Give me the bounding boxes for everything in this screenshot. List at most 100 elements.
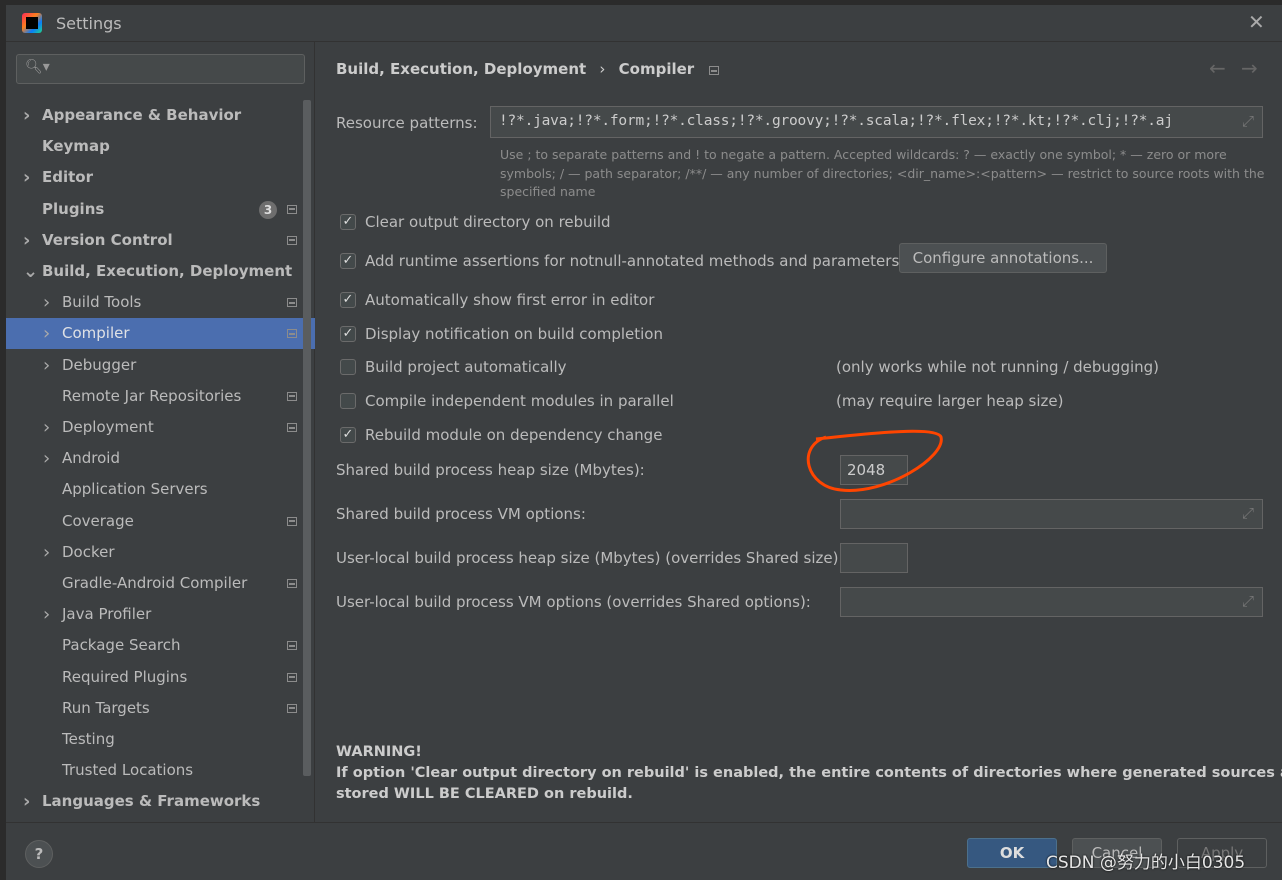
sidebar-item[interactable]: Application Servers [6, 474, 315, 505]
project-scope-icon [709, 66, 720, 75]
option-label[interactable]: Automatically show first error in editor [365, 291, 654, 309]
chevron-right-icon[interactable]: › [43, 287, 50, 318]
checkbox[interactable]: ✓ [340, 214, 356, 230]
main-panel: Build, Execution, Deployment › Compiler … [316, 42, 1282, 822]
resource-patterns-input[interactable]: !?*.java;!?*.form;!?*.class;!?*.groovy;!… [490, 106, 1263, 138]
sidebar-item[interactable]: Gradle-Android Compiler [6, 568, 315, 599]
sidebar-item-label: Android [62, 449, 120, 468]
sidebar-item-label: Compiler [62, 324, 130, 343]
back-arrow-icon[interactable]: ← [1209, 56, 1226, 80]
sidebar-item[interactable]: Run Targets [6, 693, 315, 724]
chevron-right-icon[interactable]: › [23, 162, 30, 193]
checkbox[interactable] [340, 359, 356, 375]
chevron-right-icon[interactable]: › [43, 537, 50, 568]
sidebar-item-label: Languages & Frameworks [42, 792, 261, 811]
project-scope-icon [287, 672, 297, 682]
checkbox[interactable]: ✓ [340, 326, 356, 342]
sidebar-item-label: Application Servers [62, 480, 208, 499]
local-vm-label: User-local build process VM options (ove… [336, 593, 811, 611]
sidebar-item-label: Package Search [62, 636, 181, 655]
chevron-right-icon[interactable]: › [23, 225, 30, 256]
sidebar-item[interactable]: Remote Jar Repositories [6, 381, 315, 412]
search-icon: 🔍︎▾ [25, 59, 50, 75]
ok-button[interactable]: OK [967, 838, 1057, 868]
sidebar-item-label: Testing [62, 730, 115, 748]
project-scope-icon [287, 423, 297, 432]
option-label[interactable]: Compile independent modules in parallel [365, 392, 674, 410]
chevron-down-icon[interactable]: ⌄ [23, 256, 38, 287]
breadcrumb-separator: › [599, 60, 606, 78]
project-scope-icon [287, 391, 297, 401]
chevron-right-icon[interactable]: › [43, 443, 50, 474]
expand-icon[interactable]: ⤢ [1242, 112, 1254, 130]
sidebar-item[interactable]: › Docker [6, 537, 315, 568]
sidebar-item[interactable]: Testing [6, 724, 315, 755]
sidebar-item[interactable]: › Compiler [6, 318, 315, 350]
expand-icon[interactable]: ⤢ [1242, 504, 1254, 522]
forward-arrow-icon[interactable]: → [1241, 56, 1258, 80]
option-label[interactable]: Build project automatically [365, 358, 567, 376]
chevron-right-icon[interactable]: › [43, 350, 50, 381]
sidebar-item[interactable]: › Build Tools [6, 287, 315, 318]
configure-annotations-button[interactable]: Configure annotations... [899, 243, 1107, 273]
sidebar-item-label: Editor [42, 168, 93, 187]
project-scope-icon [287, 204, 297, 214]
sidebar-item[interactable]: › Debugger [6, 350, 315, 381]
resource-help-text: Use ; to separate patterns and ! to nega… [500, 146, 1264, 202]
sidebar-item[interactable]: › Editor [6, 162, 315, 193]
option-label[interactable]: Display notification on build completion [365, 325, 663, 343]
breadcrumb-parent[interactable]: Build, Execution, Deployment [336, 60, 586, 78]
option-label[interactable]: Rebuild module on dependency change [365, 426, 662, 444]
sidebar-item-label: Deployment [62, 418, 154, 436]
sidebar-item-label: Java Profiler [62, 605, 152, 624]
chevron-right-icon[interactable]: › [43, 318, 50, 349]
checkbox[interactable]: ✓ [340, 427, 356, 443]
sidebar-item[interactable]: Package Search [6, 630, 315, 661]
option-label[interactable]: Clear output directory on rebuild [365, 213, 611, 231]
sidebar-item[interactable]: › Deployment [6, 412, 315, 443]
hand-drawn-annotation-circle [806, 429, 943, 492]
chevron-right-icon[interactable]: › [43, 412, 50, 443]
sidebar-item[interactable]: ⌄ Build, Execution, Deployment [6, 256, 315, 287]
sidebar-item[interactable]: Keymap [6, 131, 315, 162]
intellij-logo [22, 13, 42, 33]
project-scope-icon [287, 579, 297, 588]
sidebar-item[interactable]: Coverage [6, 506, 315, 537]
badge-count: 3 [259, 200, 277, 219]
sidebar-item[interactable]: Required Plugins [6, 662, 315, 693]
chevron-right-icon[interactable]: › [23, 786, 30, 817]
project-scope-icon [287, 516, 297, 526]
warning-line: stored WILL BE CLEARED on rebuild. [336, 786, 633, 802]
resource-patterns-value: !?*.java;!?*.form;!?*.class;!?*.groovy;!… [499, 113, 1173, 129]
sidebar-item[interactable]: Plugins 3 [6, 194, 315, 225]
help-button[interactable]: ? [25, 840, 53, 868]
sidebar-item-label: Gradle-Android Compiler [62, 574, 248, 592]
shared-vm-input[interactable]: ⤢ [840, 499, 1263, 529]
sidebar-scrollbar[interactable] [303, 100, 311, 776]
sidebar-item-label: Version Control [42, 230, 173, 249]
sidebar-item[interactable]: › Version Control [6, 225, 315, 256]
sidebar-item[interactable]: › Java Profiler [6, 599, 315, 630]
warning-title: WARNING! [336, 744, 422, 760]
sidebar-item[interactable]: Trusted Locations [6, 755, 315, 786]
option-note: (may require larger heap size) [836, 392, 1064, 410]
checkbox[interactable]: ✓ [340, 292, 356, 308]
sidebar-item[interactable]: › Android [6, 443, 315, 474]
sidebar-item[interactable]: › Languages & Frameworks [6, 786, 315, 817]
project-scope-icon [287, 235, 297, 245]
checkbox[interactable] [340, 393, 356, 409]
close-icon[interactable]: ✕ [1248, 10, 1265, 34]
chevron-right-icon[interactable]: › [23, 100, 30, 131]
sidebar-item[interactable]: › Appearance & Behavior [6, 100, 315, 131]
local-heap-input[interactable] [840, 543, 908, 573]
sidebar-item-label: Docker [62, 542, 115, 561]
search-input[interactable]: 🔍︎▾ [16, 54, 305, 84]
local-vm-input[interactable]: ⤢ [840, 587, 1263, 617]
chevron-right-icon[interactable]: › [43, 599, 50, 630]
sidebar-item-label: Remote Jar Repositories [62, 386, 242, 405]
checkbox[interactable]: ✓ [340, 253, 356, 269]
shared-vm-label: Shared build process VM options: [336, 505, 586, 523]
sidebar-item-label: Required Plugins [62, 667, 188, 686]
option-label[interactable]: Add runtime assertions for notnull-annot… [365, 252, 899, 270]
expand-icon[interactable]: ⤢ [1242, 592, 1254, 610]
